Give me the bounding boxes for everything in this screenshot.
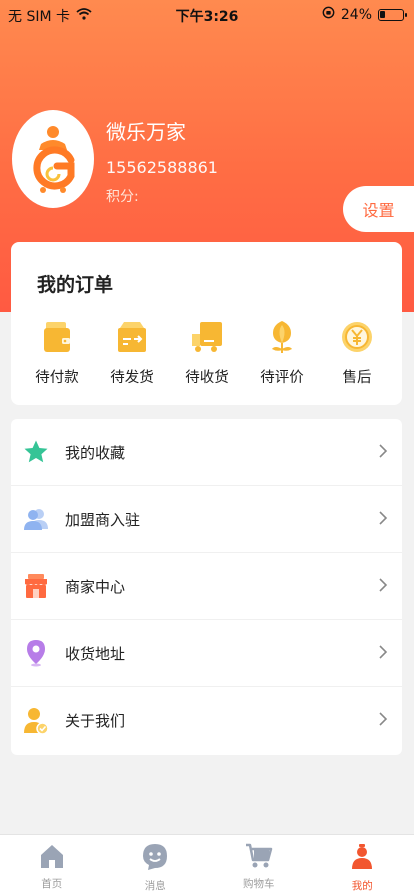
order-label: 待收货 <box>185 370 229 386</box>
orientation-lock-icon <box>322 6 335 23</box>
tab-label: 我的 <box>351 880 373 892</box>
menu-label: 关于我们 <box>65 712 126 730</box>
tab-mine[interactable]: 我的 <box>311 835 414 896</box>
battery-percent: 24% <box>340 6 372 23</box>
cart-icon <box>245 843 273 873</box>
tab-label: 首页 <box>41 878 63 890</box>
users-icon <box>21 504 51 534</box>
flower-icon <box>265 318 299 356</box>
yen-coin-icon <box>340 318 374 356</box>
menu-item-about-us[interactable]: 关于我们 <box>11 687 402 754</box>
chevron-right-icon <box>378 443 388 463</box>
package-icon <box>115 318 149 356</box>
chevron-right-icon <box>378 510 388 530</box>
menu-label: 加盟商入驻 <box>65 510 141 529</box>
battery-icon <box>378 8 407 21</box>
bottom-tab-bar: 首页 消息 购物车 我的 <box>0 834 414 896</box>
tab-label: 购物车 <box>243 878 275 890</box>
menu-label: 我的收藏 <box>65 443 126 462</box>
home-icon <box>39 843 65 873</box>
avatar[interactable] <box>12 110 94 208</box>
tab-cart[interactable]: 购物车 <box>207 835 311 896</box>
menu-list: 我的收藏 加盟商入驻 商家中心 收货地址 关于我们 <box>11 419 402 755</box>
location-pin-icon <box>21 638 51 668</box>
status-bar: 无 SIM 卡 下午3:26 24% <box>0 0 414 28</box>
orders-title: 我的订单 <box>37 274 114 296</box>
order-pending-shipment[interactable]: 待发货 <box>102 318 162 387</box>
tab-label: 消息 <box>144 880 166 892</box>
settings-button[interactable]: 设置 <box>343 186 414 232</box>
wallet-icon <box>40 318 74 356</box>
menu-item-franchise[interactable]: 加盟商入驻 <box>11 486 402 553</box>
star-icon <box>21 437 51 467</box>
menu-item-shipping-address[interactable]: 收货地址 <box>11 620 402 687</box>
message-icon <box>142 843 168 875</box>
order-label: 待发货 <box>110 370 154 386</box>
profile-icon <box>350 843 374 875</box>
tab-home[interactable]: 首页 <box>0 835 104 896</box>
shop-icon <box>21 571 51 601</box>
menu-label: 商家中心 <box>65 577 126 596</box>
menu-item-favorites[interactable]: 我的收藏 <box>11 419 402 486</box>
phone-number: 15562588861 <box>106 158 218 177</box>
brand-logo <box>33 126 75 193</box>
order-pending-receipt[interactable]: 待收货 <box>177 318 237 387</box>
truck-icon <box>190 318 224 356</box>
order-label: 待评价 <box>260 370 304 386</box>
order-pending-payment[interactable]: 待付款 <box>27 318 87 387</box>
points-label: 积分: <box>106 189 139 205</box>
menu-label: 收货地址 <box>65 644 126 663</box>
chevron-right-icon <box>378 644 388 664</box>
my-orders-card: 我的订单 待付款 待发货 待收货 待评价 售后 <box>11 242 402 405</box>
username: 微乐万家 <box>106 120 186 144</box>
order-after-sales[interactable]: 售后 <box>327 318 387 387</box>
order-status-row: 待付款 待发货 待收货 待评价 售后 <box>27 318 387 387</box>
tab-messages[interactable]: 消息 <box>104 835 208 896</box>
status-right: 24% <box>322 6 407 23</box>
menu-item-merchant-center[interactable]: 商家中心 <box>11 553 402 620</box>
order-label: 待付款 <box>35 370 79 386</box>
chevron-right-icon <box>378 711 388 731</box>
order-label: 售后 <box>342 370 372 386</box>
user-badge-icon <box>21 706 51 736</box>
chevron-right-icon <box>378 577 388 597</box>
battery-level <box>380 10 385 18</box>
order-pending-review[interactable]: 待评价 <box>252 318 312 387</box>
